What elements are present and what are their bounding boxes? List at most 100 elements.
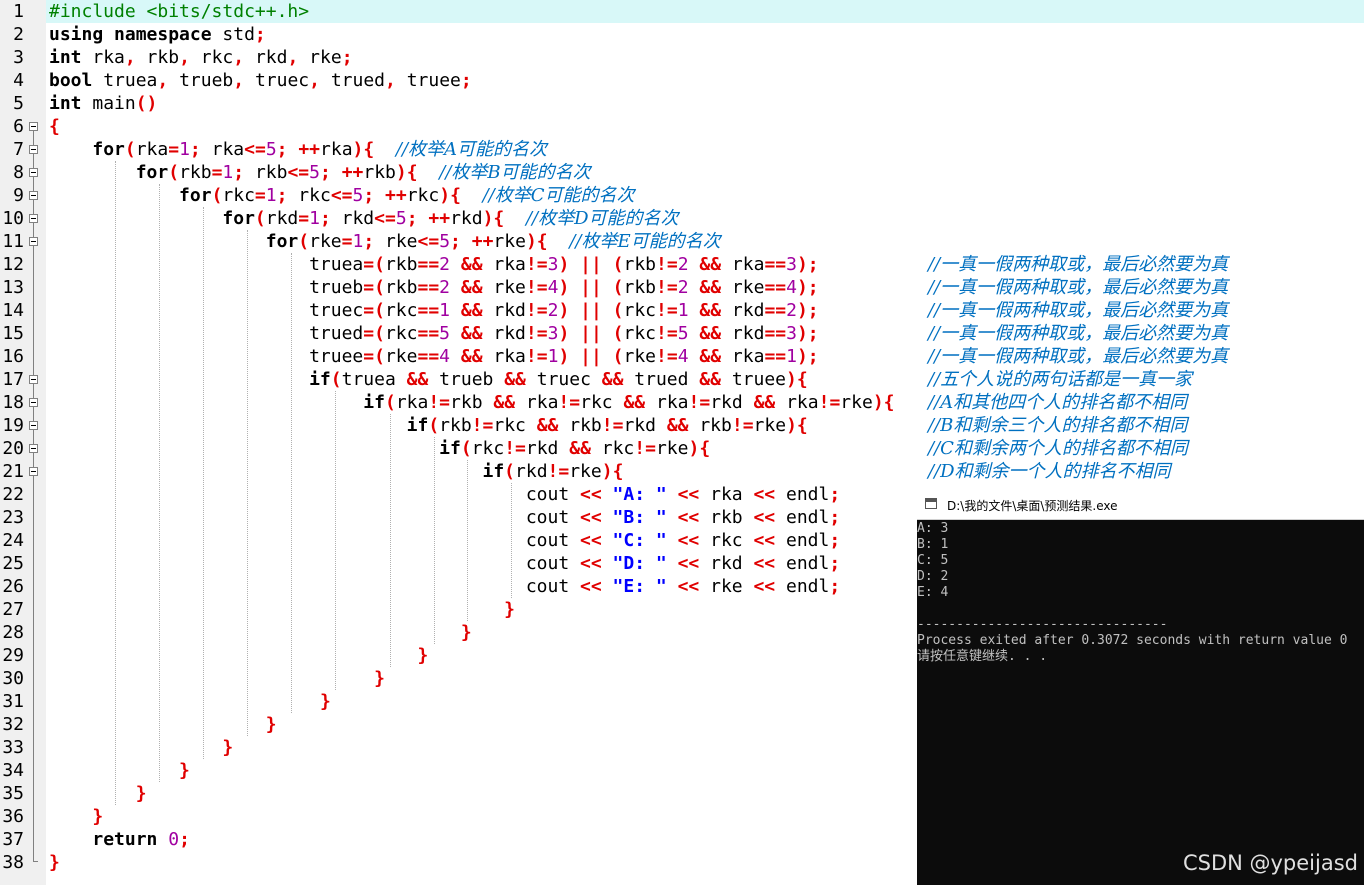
- fold-toggle-icon[interactable]: [29, 467, 38, 476]
- code-line: {: [49, 115, 60, 138]
- fold-toggle-icon[interactable]: [29, 375, 38, 384]
- code-token: 4: [547, 277, 559, 298]
- code-token: (: [298, 231, 310, 252]
- code-token: ++: [341, 162, 364, 183]
- code-token: rkd: [623, 415, 667, 436]
- code-token: !=: [525, 277, 548, 298]
- code-token: !=: [525, 323, 548, 344]
- code-token: &&: [699, 277, 722, 298]
- code-token: endl: [775, 484, 830, 505]
- code-token: ;: [363, 231, 375, 252]
- code-token: for: [135, 162, 169, 183]
- code-line: cout << "A: " << rka << endl;: [49, 483, 840, 506]
- code-token: ++: [385, 185, 407, 206]
- code-line: cout << "B: " << rkb << endl;: [49, 506, 840, 529]
- code-token: }: [265, 714, 277, 735]
- code-token: trueb: [168, 70, 234, 91]
- fold-toggle-icon[interactable]: [29, 444, 38, 453]
- code-token: rkd: [525, 438, 570, 459]
- code-token: ;: [406, 208, 418, 229]
- code-token: truec: [49, 300, 364, 321]
- code-token: rkc: [406, 185, 440, 206]
- fold-toggle-icon[interactable]: [29, 122, 38, 131]
- code-token: rkb: [384, 277, 418, 298]
- fold-toggle-icon[interactable]: [29, 421, 38, 430]
- fold-toggle-icon[interactable]: [29, 237, 38, 246]
- code-token: 4: [439, 346, 451, 367]
- console-title-bar[interactable]: D:\我的文件\桌面\预测结果.exe: [917, 490, 1364, 520]
- code-token: ||: [580, 254, 602, 275]
- console-window[interactable]: D:\我的文件\桌面\预测结果.exe A: 3 B: 1 C: 5 D: 2 E: 4…: [917, 490, 1364, 885]
- code-token: rke: [753, 415, 787, 436]
- code-token: (: [612, 254, 624, 275]
- code-token: ){: [688, 438, 711, 459]
- code-token: ==: [417, 323, 440, 344]
- code-token: trueb: [49, 277, 364, 298]
- code-line: if(rka!=rkb && rka!=rkc && rka!=rkd && r…: [49, 391, 894, 414]
- fold-toggle-icon[interactable]: [29, 168, 38, 177]
- line-number: 2: [13, 24, 24, 45]
- code-token: 2: [677, 254, 689, 275]
- code-token: ): [558, 277, 570, 298]
- code-token: 1: [677, 300, 689, 321]
- code-token: ==: [764, 277, 787, 298]
- console-line: --------------------------------: [917, 617, 1168, 632]
- code-comment: //枚举D可能的名次: [525, 208, 679, 229]
- code-token: &&: [536, 415, 559, 436]
- code-token: ;: [363, 185, 375, 206]
- code-token: endl: [775, 507, 830, 528]
- code-token: ;: [829, 507, 841, 528]
- code-token: <<: [753, 530, 776, 551]
- code-token: <<: [580, 553, 602, 574]
- code-line: }: [49, 736, 233, 759]
- code-token: ==: [417, 254, 440, 275]
- code-token: =: [341, 231, 353, 252]
- code-token: }: [319, 691, 331, 712]
- line-number: 29: [2, 645, 24, 666]
- code-token: 4: [677, 346, 689, 367]
- fold-toggle-icon[interactable]: [29, 398, 38, 407]
- code-token: ){: [786, 369, 808, 390]
- code-token: if: [363, 392, 385, 413]
- code-token: <<: [677, 484, 700, 505]
- line-number: 28: [2, 622, 24, 643]
- line-number: 15: [2, 323, 24, 344]
- code-token: !=: [525, 300, 548, 321]
- code-token: ,: [157, 70, 169, 91]
- code-token: ;: [233, 162, 245, 183]
- line-number: 7: [13, 139, 24, 160]
- code-token: rka: [721, 254, 765, 275]
- fold-toggle-icon[interactable]: [29, 145, 38, 154]
- code-comment: //D和剩余一个人的排名不相同: [928, 461, 1171, 482]
- code-token: rkd: [721, 300, 765, 321]
- code-token: ==: [417, 300, 440, 321]
- code-line: int rka, rkb, rkc, rkd, rke;: [49, 46, 353, 69]
- code-token: rka: [81, 47, 125, 68]
- code-token: 1: [439, 300, 451, 321]
- code-token: ;: [276, 185, 288, 206]
- code-token: 3: [547, 254, 559, 275]
- fold-toggle-icon[interactable]: [29, 214, 38, 223]
- code-token: 2: [439, 254, 451, 275]
- code-token: <=: [287, 162, 310, 183]
- fold-toggle-icon[interactable]: [29, 191, 38, 200]
- code-comment: //枚举E可能的名次: [569, 231, 721, 252]
- line-number: 1: [13, 1, 24, 22]
- code-token: rke: [309, 231, 342, 252]
- code-token: ||: [580, 277, 602, 298]
- code-comment: //一真一假两种取或，最后必然要为真: [928, 254, 1229, 275]
- code-token: cout: [49, 484, 581, 505]
- code-token: truee: [720, 369, 787, 390]
